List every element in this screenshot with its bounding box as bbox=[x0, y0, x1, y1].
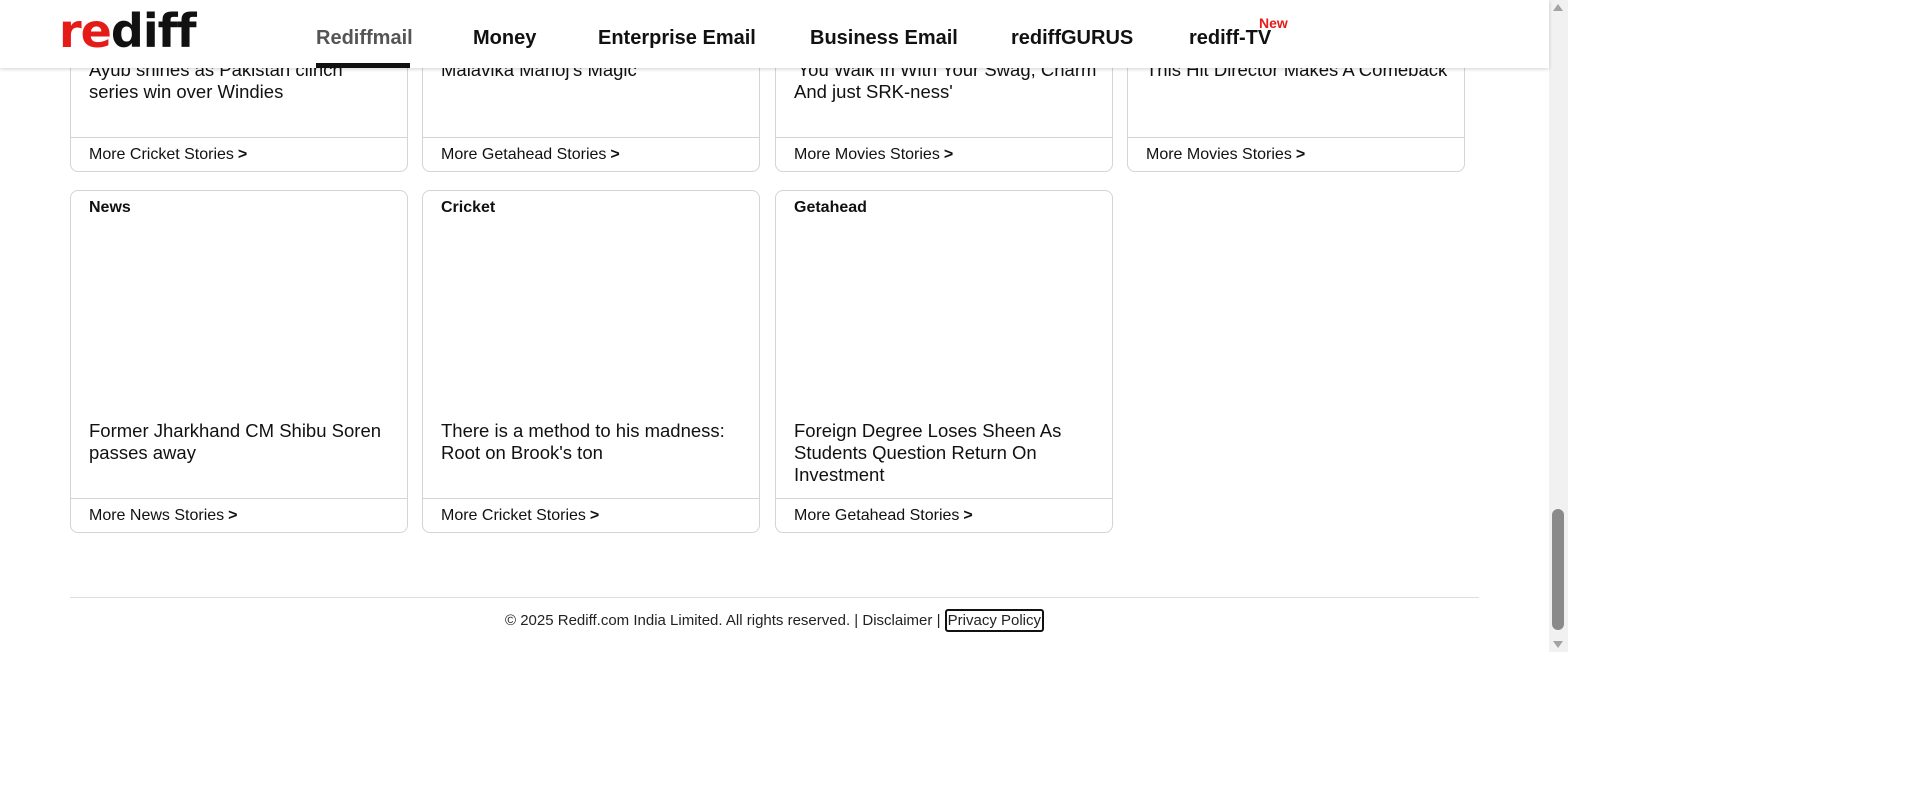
footer-separator: | bbox=[936, 612, 941, 629]
vertical-scrollbar[interactable] bbox=[1549, 0, 1568, 652]
nav-money[interactable]: Money bbox=[473, 27, 536, 50]
story-headline[interactable]: Former Jharkhand CM Shibu Soren passes a… bbox=[89, 420, 393, 464]
chevron-right-icon: > bbox=[589, 507, 600, 524]
disclaimer-link[interactable]: Disclaimer bbox=[862, 612, 932, 629]
story-headline[interactable]: Foreign Degree Loses Sheen As Students Q… bbox=[794, 420, 1098, 486]
chevron-right-icon: > bbox=[963, 507, 973, 524]
copyright-text: © 2025 Rediff.com India Limited. All rig… bbox=[505, 612, 851, 629]
story-category: Getahead bbox=[794, 199, 867, 216]
chevron-right-icon: > bbox=[228, 507, 238, 524]
nav-enterprise-email[interactable]: Enterprise Email bbox=[598, 27, 756, 50]
more-stories-link[interactable]: More Movies Stories > bbox=[1128, 137, 1464, 171]
logo-diff: diff bbox=[110, 4, 197, 58]
more-stories-link[interactable]: More News Stories > bbox=[71, 498, 407, 532]
more-stories-link[interactable]: More Cricket Stories > bbox=[423, 498, 759, 532]
more-stories-label: More Cricket Stories bbox=[89, 146, 234, 163]
story-category: News bbox=[89, 199, 131, 216]
new-badge: New bbox=[1259, 15, 1288, 31]
privacy-policy-link[interactable]: Privacy Policy bbox=[944, 609, 1044, 632]
chevron-right-icon: > bbox=[943, 146, 954, 163]
chevron-right-icon: > bbox=[1295, 146, 1306, 163]
footer-separator: | bbox=[854, 612, 859, 629]
nav-business-email[interactable]: Business Email bbox=[810, 27, 958, 50]
story-card-cricket: Cricket There is a method to his madness… bbox=[422, 190, 760, 533]
nav-rediffgurus[interactable]: rediffGURUS bbox=[1011, 27, 1133, 50]
scrollbar-thumb[interactable] bbox=[1552, 509, 1564, 630]
rediff-logo[interactable]: rediff bbox=[59, 4, 197, 58]
more-stories-label: More Movies Stories bbox=[794, 146, 940, 163]
story-card-news: News Former Jharkhand CM Shibu Soren pas… bbox=[70, 190, 408, 533]
story-category: Cricket bbox=[441, 199, 496, 216]
more-stories-label: More Getahead Stories bbox=[441, 146, 607, 163]
more-stories-link[interactable]: More Getahead Stories > bbox=[423, 137, 759, 171]
story-headline[interactable]: There is a method to his madness: Root o… bbox=[441, 420, 745, 464]
chevron-right-icon: > bbox=[610, 146, 620, 163]
logo-re: re bbox=[59, 4, 112, 58]
more-stories-label: More Cricket Stories bbox=[441, 507, 586, 524]
site-header: rediff Rediffmail Money Enterprise Email… bbox=[0, 0, 1549, 68]
chevron-right-icon: > bbox=[237, 146, 248, 163]
more-stories-label: More Movies Stories bbox=[1146, 146, 1292, 163]
more-stories-label: More News Stories bbox=[89, 507, 225, 524]
more-stories-link[interactable]: More Getahead Stories > bbox=[776, 498, 1112, 532]
scroll-down-arrow-icon[interactable] bbox=[1553, 641, 1563, 648]
page: Ayub shines as Pakistan clinch series wi… bbox=[0, 0, 1568, 652]
nav-rediffmail[interactable]: Rediffmail bbox=[316, 27, 413, 50]
more-stories-link[interactable]: More Movies Stories > bbox=[776, 137, 1112, 171]
more-stories-link[interactable]: More Cricket Stories > bbox=[71, 137, 407, 171]
site-footer: © 2025 Rediff.com India Limited. All rig… bbox=[0, 609, 1549, 632]
footer-divider bbox=[70, 597, 1479, 598]
active-nav-underline bbox=[316, 63, 410, 68]
more-stories-label: More Getahead Stories bbox=[794, 507, 960, 524]
scroll-up-arrow-icon[interactable] bbox=[1553, 4, 1563, 11]
story-card-getahead: Getahead Foreign Degree Loses Sheen As S… bbox=[775, 190, 1113, 533]
